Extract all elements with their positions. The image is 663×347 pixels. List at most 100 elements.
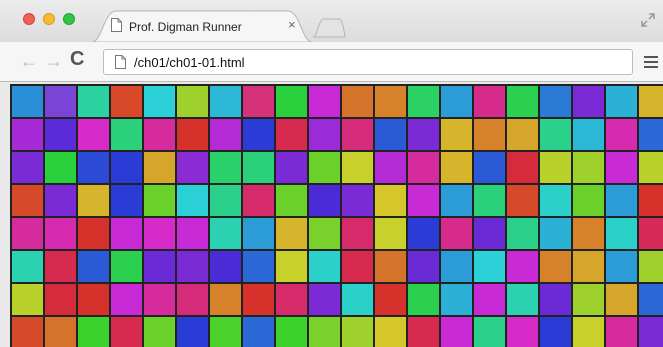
grid-cell — [177, 185, 208, 216]
grid-cell — [210, 251, 241, 282]
grid-cell — [111, 284, 142, 315]
grid-cell — [243, 317, 274, 347]
grid-cell — [12, 317, 43, 347]
grid-cell — [309, 218, 340, 249]
grid-cell — [540, 86, 571, 117]
grid-cell — [507, 152, 538, 183]
grid-cell — [606, 185, 637, 216]
grid-cell — [606, 251, 637, 282]
grid-cell — [12, 185, 43, 216]
grid-cell — [276, 317, 307, 347]
grid-cell — [441, 119, 472, 150]
grid-cell — [606, 152, 637, 183]
grid-cell — [177, 284, 208, 315]
grid-cell — [276, 251, 307, 282]
grid-cell — [474, 152, 505, 183]
grid-cell — [408, 185, 439, 216]
reload-icon[interactable]: C — [70, 49, 84, 69]
grid-cell — [210, 86, 241, 117]
grid-cell — [177, 251, 208, 282]
grid-cell — [639, 251, 663, 282]
grid-cell — [408, 218, 439, 249]
grid-cell — [309, 251, 340, 282]
grid-cell — [375, 251, 406, 282]
grid-cell — [78, 218, 109, 249]
grid-cell — [144, 152, 175, 183]
menu-icon[interactable] — [644, 56, 658, 68]
grid-cell — [177, 86, 208, 117]
grid-cell — [441, 251, 472, 282]
close-window-button[interactable] — [23, 13, 35, 25]
grid-cell — [441, 185, 472, 216]
grid-cell — [111, 86, 142, 117]
grid-cell — [507, 317, 538, 347]
grid-cell — [474, 86, 505, 117]
grid-cell — [375, 284, 406, 315]
grid-cell — [243, 185, 274, 216]
grid-cell — [78, 119, 109, 150]
grid-cell — [243, 152, 274, 183]
grid-cell — [639, 152, 663, 183]
grid-cell — [606, 218, 637, 249]
grid-cell — [342, 284, 373, 315]
grid-cell — [507, 86, 538, 117]
grid-cell — [177, 317, 208, 347]
grid-cell — [639, 86, 663, 117]
grid-cell — [573, 251, 604, 282]
grid-cell — [144, 185, 175, 216]
back-icon[interactable]: ← — [20, 52, 38, 70]
tab-active[interactable]: Prof. Digman Runner × — [92, 10, 312, 43]
grid-cell — [210, 152, 241, 183]
grid-cell — [507, 218, 538, 249]
grid-cell — [276, 119, 307, 150]
grid-cell — [408, 284, 439, 315]
grid-cell — [45, 317, 76, 347]
grid-cell — [12, 218, 43, 249]
grid-cell — [606, 317, 637, 347]
grid-cell — [342, 251, 373, 282]
new-tab-button[interactable] — [312, 18, 346, 38]
url-text[interactable]: /ch01/ch01-01.html — [134, 55, 245, 70]
grid-cell — [540, 284, 571, 315]
grid-cell — [243, 284, 274, 315]
zoom-window-button[interactable] — [63, 13, 75, 25]
grid-cell — [573, 119, 604, 150]
grid-cell — [540, 317, 571, 347]
tab-close-icon[interactable]: × — [288, 18, 296, 32]
grid-cell — [111, 119, 142, 150]
grid-cell — [111, 152, 142, 183]
grid-cell — [210, 317, 241, 347]
grid-cell — [375, 185, 406, 216]
grid-cell — [177, 119, 208, 150]
grid-cell — [540, 218, 571, 249]
grid-cell — [45, 251, 76, 282]
grid-cell — [243, 86, 274, 117]
grid-cell — [144, 317, 175, 347]
grid-cell — [12, 86, 43, 117]
grid-cell — [78, 317, 109, 347]
grid-cell — [474, 119, 505, 150]
grid-cell — [45, 284, 76, 315]
grid-cell — [45, 218, 76, 249]
grid-cell — [177, 218, 208, 249]
fullscreen-icon[interactable] — [640, 12, 656, 28]
grid-cell — [144, 284, 175, 315]
grid-cell — [408, 119, 439, 150]
grid-cell — [111, 218, 142, 249]
page-icon — [115, 55, 126, 69]
grid-cell — [474, 185, 505, 216]
grid-cell — [342, 185, 373, 216]
grid-cell — [243, 251, 274, 282]
grid-cell — [474, 284, 505, 315]
grid-cell — [309, 317, 340, 347]
grid-cell — [111, 251, 142, 282]
grid-cell — [507, 185, 538, 216]
grid-cell — [309, 119, 340, 150]
address-bar[interactable]: /ch01/ch01-01.html — [103, 49, 633, 75]
grid-cell — [540, 185, 571, 216]
forward-icon[interactable]: → — [45, 52, 63, 70]
minimize-window-button[interactable] — [43, 13, 55, 25]
grid-cell — [342, 119, 373, 150]
grid-cell — [342, 317, 373, 347]
grid-cell — [309, 152, 340, 183]
